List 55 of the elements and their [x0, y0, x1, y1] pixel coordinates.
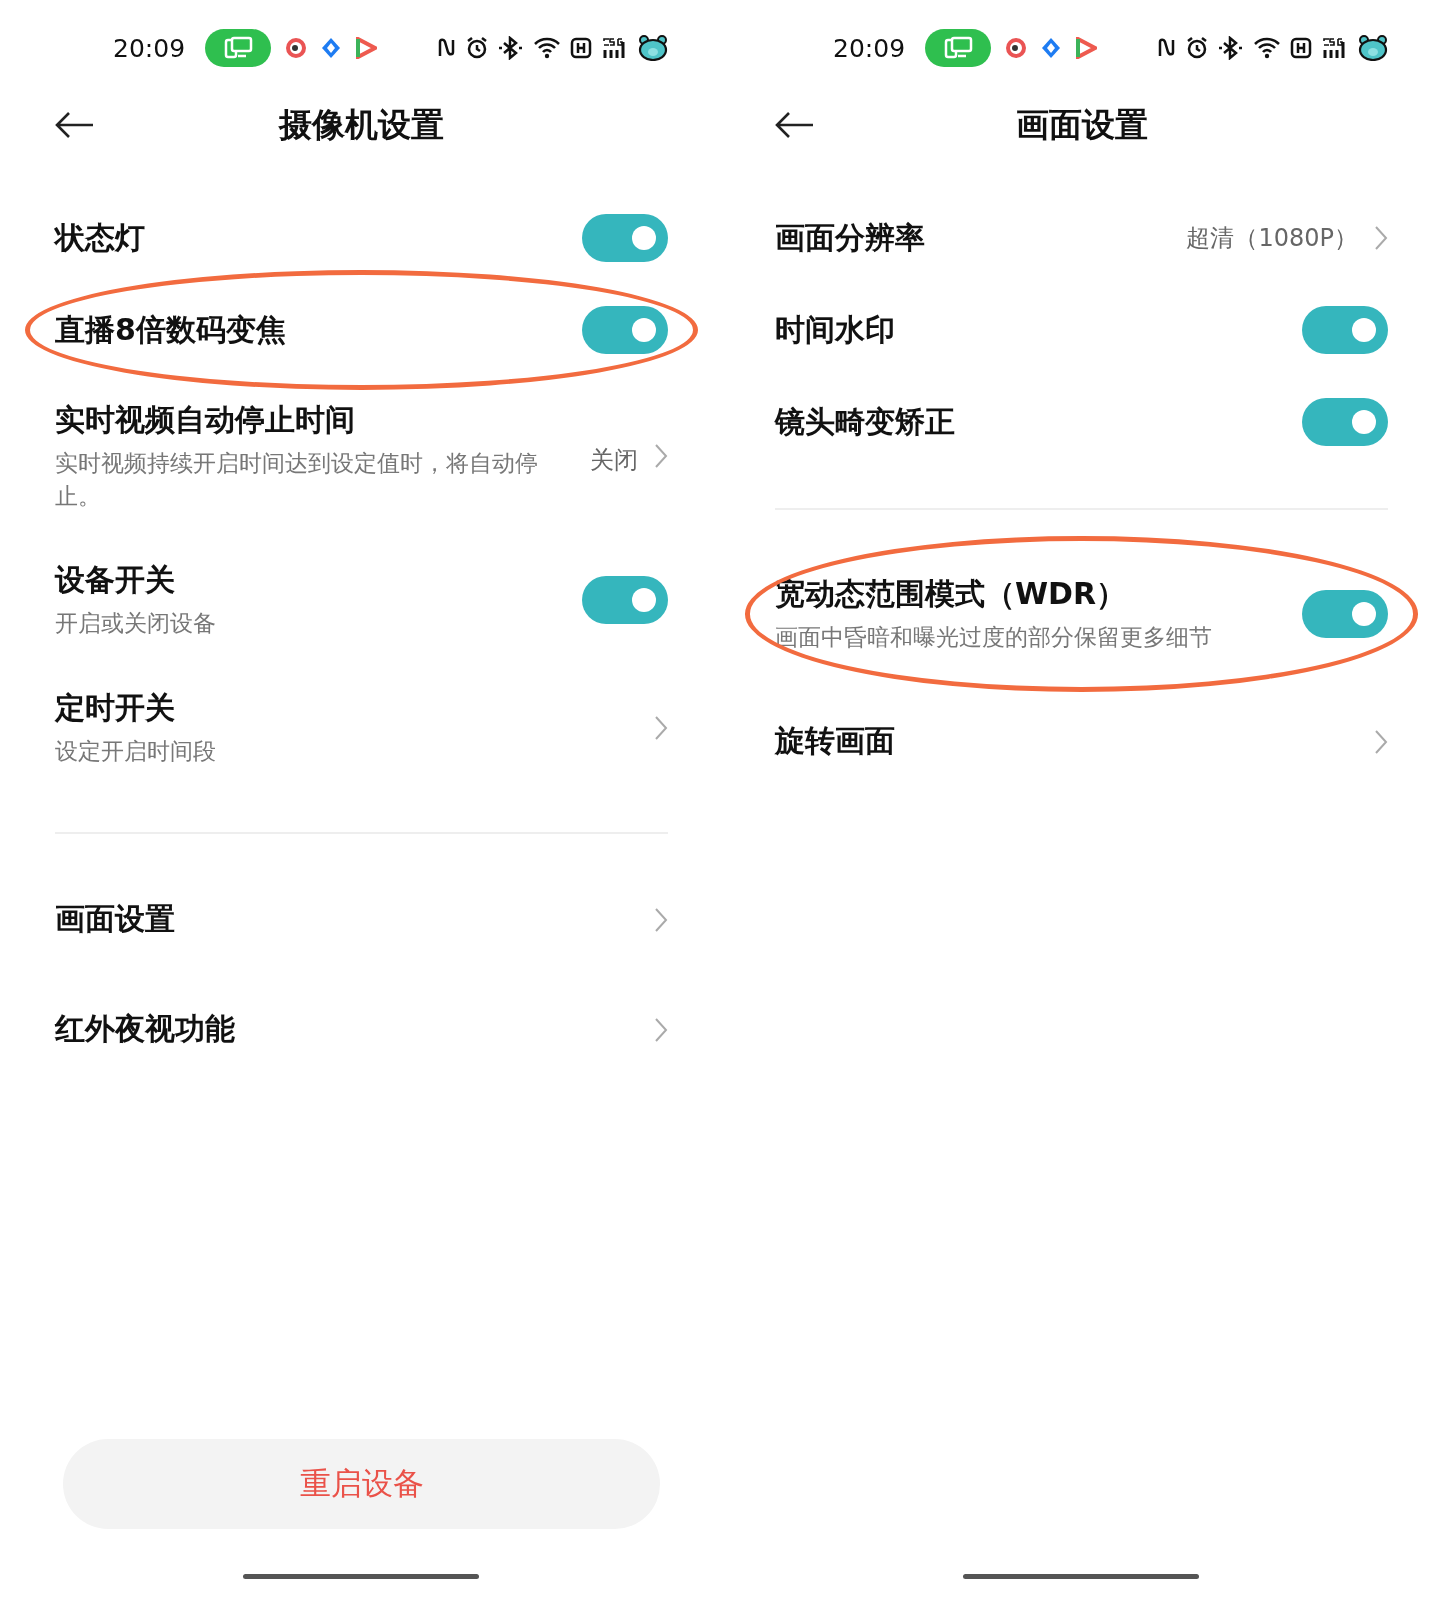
setting-label: 实时视频自动停止时间	[55, 401, 356, 439]
chevron-right-icon	[654, 443, 668, 470]
status-time: 20:09	[113, 33, 186, 63]
setting-description: 画面中昏暗和曝光过度的部分保留更多细节	[775, 623, 1213, 652]
hd-icon	[1290, 37, 1312, 59]
alarm-icon	[1185, 36, 1209, 60]
app-circle-icon	[285, 37, 308, 59]
setting-label: 直播8倍数码变焦	[55, 310, 287, 349]
setting-label: 红外夜视功能	[55, 1010, 236, 1049]
toggle-switch[interactable]	[1302, 398, 1388, 446]
play-icon	[355, 37, 378, 59]
setting-value: 关闭	[590, 445, 638, 476]
back-arrow-icon[interactable]	[55, 111, 95, 139]
setting-label: 宽动态范围模式（WDR）	[775, 575, 1128, 613]
chevron-right-icon	[654, 1016, 668, 1043]
setting-label: 时间水印	[775, 310, 896, 349]
restart-button[interactable]: 重启设备	[63, 1439, 660, 1529]
screen-cast-badge-icon	[205, 29, 272, 67]
chevron-right-icon	[654, 714, 668, 741]
setting-label: 定时开关	[55, 688, 176, 727]
app-circle-icon	[1005, 37, 1028, 59]
bluetooth-icon	[498, 36, 524, 60]
app-diamond-icon	[1041, 37, 1062, 59]
toggle-switch[interactable]	[1302, 589, 1388, 638]
toggle-switch[interactable]	[582, 214, 668, 262]
toggle-switch[interactable]	[582, 306, 668, 354]
wifi-icon	[533, 36, 561, 60]
wifi-icon	[1253, 36, 1281, 60]
bear-battery-icon	[638, 35, 668, 61]
status-time: 20:09	[833, 33, 906, 63]
back-arrow-icon[interactable]	[775, 111, 815, 139]
bear-battery-icon	[1358, 35, 1388, 61]
page-title: 摄像机设置	[279, 104, 444, 144]
toggle-switch[interactable]	[1302, 306, 1388, 354]
chevron-right-icon	[654, 906, 668, 933]
setting-description: 设定开启时间段	[55, 736, 217, 766]
setting-label: 镜头畸变矫正	[775, 402, 956, 441]
hd-icon	[570, 37, 592, 59]
toggle-switch[interactable]	[582, 576, 668, 625]
setting-label: 旋转画面	[775, 722, 896, 761]
setting-label: 画面设置	[55, 900, 176, 939]
screen-cast-badge-icon	[925, 29, 992, 67]
setting-value: 超清（1080P）	[1186, 223, 1358, 254]
bluetooth-icon	[1218, 36, 1244, 60]
play-icon	[1075, 37, 1098, 59]
alarm-icon	[465, 36, 489, 60]
setting-label: 画面分辨率	[775, 218, 926, 257]
page-title: 画面设置	[1015, 104, 1148, 144]
setting-description: 开启或关闭设备	[55, 609, 217, 639]
app-diamond-icon	[321, 37, 342, 59]
setting-description: 实时视频持续开启时间达到设定值时，将自动停止。	[55, 449, 539, 511]
chevron-right-icon	[1374, 225, 1388, 251]
chevron-right-icon	[1374, 728, 1388, 755]
setting-label: 设备开关	[55, 561, 176, 600]
setting-label: 状态灯	[55, 218, 146, 257]
